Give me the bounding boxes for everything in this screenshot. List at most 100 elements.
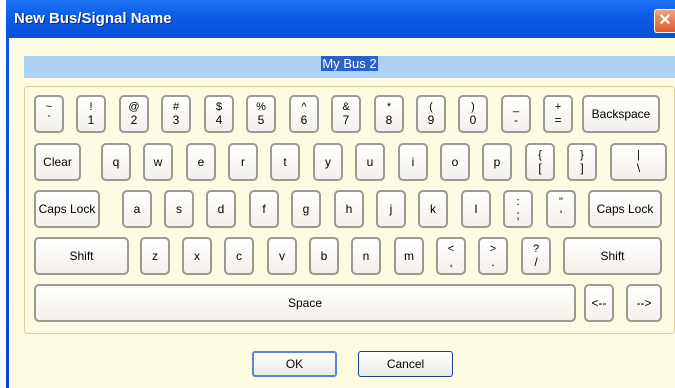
- key-symbol-row1-8[interactable]: * 8: [374, 95, 404, 133]
- close-button[interactable]: ✕: [654, 9, 675, 33]
- key-symbol-row1-4[interactable]: $4: [204, 95, 234, 133]
- key-h[interactable]: h: [334, 190, 364, 228]
- key-base-label: -: [514, 113, 518, 127]
- ok-button[interactable]: OK: [252, 351, 337, 377]
- close-icon: ✕: [658, 12, 672, 29]
- key-symbol-row1-12[interactable]: + =: [543, 95, 573, 133]
- key-p[interactable]: p: [482, 143, 512, 181]
- key-base-label: 2: [130, 113, 138, 127]
- key-base-label: 6: [300, 113, 308, 127]
- key-u[interactable]: u: [355, 143, 385, 181]
- name-input-value: My Bus 2: [321, 56, 378, 71]
- key-j[interactable]: j: [376, 190, 406, 228]
- key-symbol-row1-10[interactable]: ) 0: [458, 95, 488, 133]
- key-symbol-row1-0[interactable]: ~ `: [34, 95, 64, 133]
- key-symbol-row3-11[interactable]: " ': [546, 190, 576, 228]
- key-shift[interactable]: Shift: [563, 237, 662, 275]
- on-screen-keyboard: ~ ` ! 1 @2 #3 $4 % 5 ^ 6 & 7 * 8 (9 ) 0 _ - + = Backspace Clear…: [24, 86, 675, 334]
- key-symbol-row1-1[interactable]: ! 1: [76, 95, 106, 133]
- key-w[interactable]: w: [143, 143, 173, 181]
- key-symbol-row4-8[interactable]: <,: [436, 237, 466, 275]
- key-label: f: [262, 202, 266, 216]
- key-label: r: [241, 155, 245, 169]
- key-label: n: [362, 249, 370, 263]
- key-e[interactable]: e: [186, 143, 216, 181]
- key-label: Backspace: [591, 107, 651, 121]
- key-i[interactable]: i: [398, 143, 428, 181]
- key-symbol-row1-7[interactable]: & 7: [331, 95, 361, 133]
- key-base-label: \: [636, 161, 641, 175]
- title-bar[interactable]: New Bus/Signal Name ✕: [6, 0, 675, 38]
- key-v[interactable]: v: [267, 237, 297, 275]
- key-label: d: [217, 202, 225, 216]
- key-clear[interactable]: Clear: [34, 143, 81, 181]
- key-base-label: 9: [427, 113, 435, 127]
- key-n[interactable]: n: [351, 237, 381, 275]
- key-arrow-2[interactable]: -->: [626, 284, 662, 322]
- key-label: e: [197, 155, 205, 169]
- key-symbol-row1-9[interactable]: (9: [416, 95, 446, 133]
- key-caps-lock[interactable]: Caps Lock: [588, 190, 662, 228]
- key-base-label: 8: [385, 113, 393, 127]
- key-label: o: [451, 155, 459, 169]
- key-b[interactable]: b: [309, 237, 339, 275]
- key-space[interactable]: Space: [34, 284, 576, 322]
- key-o[interactable]: o: [440, 143, 470, 181]
- key-base-label: ;: [516, 208, 520, 222]
- key-label: h: [345, 202, 353, 216]
- key-base-label: /: [534, 255, 538, 269]
- key-base-label: 5: [257, 113, 265, 127]
- key-base-label: ,: [449, 255, 453, 269]
- key-label: l: [474, 202, 478, 216]
- key-l[interactable]: l: [461, 190, 491, 228]
- key-x[interactable]: x: [182, 237, 212, 275]
- key-c[interactable]: c: [224, 237, 254, 275]
- key-symbol-row2-11[interactable]: {[: [525, 143, 555, 181]
- key-d[interactable]: d: [206, 190, 236, 228]
- name-input[interactable]: My Bus 2: [24, 56, 675, 78]
- dialog-client-area: My Bus 2 ~ ` ! 1 @2 #3 $4 % 5 ^ 6 & 7 * 8 (9 ) 0 _ - + = Backs…: [9, 38, 675, 388]
- key-symbol-row4-9[interactable]: >.: [478, 237, 508, 275]
- key-base-label: [: [538, 161, 542, 175]
- key-symbol-row1-2[interactable]: @2: [119, 95, 149, 133]
- key-symbol-row4-10[interactable]: ? /: [521, 237, 551, 275]
- key-label: g: [302, 202, 310, 216]
- key-label: Clear: [43, 155, 72, 169]
- key-k[interactable]: k: [418, 190, 448, 228]
- key-label: z: [152, 249, 158, 263]
- key-s[interactable]: s: [164, 190, 194, 228]
- key-backspace[interactable]: Backspace: [582, 95, 660, 133]
- key-symbol-row1-6[interactable]: ^ 6: [289, 95, 319, 133]
- key-symbol-row2-13[interactable]: | \: [610, 143, 667, 181]
- key-caps-lock[interactable]: Caps Lock: [34, 190, 100, 228]
- key-label: y: [325, 155, 331, 169]
- key-label: Caps Lock: [596, 202, 654, 216]
- key-y[interactable]: y: [313, 143, 343, 181]
- key-f[interactable]: f: [249, 190, 279, 228]
- cancel-button[interactable]: Cancel: [358, 351, 453, 377]
- key-q[interactable]: q: [101, 143, 131, 181]
- key-label: a: [133, 202, 141, 216]
- key-a[interactable]: a: [122, 190, 152, 228]
- key-m[interactable]: m: [394, 237, 424, 275]
- key-arrow-1[interactable]: <--: [584, 284, 614, 322]
- key-base-label: ': [559, 208, 563, 222]
- key-symbol-row3-10[interactable]: :;: [503, 190, 533, 228]
- key-base-label: =: [554, 113, 562, 127]
- key-g[interactable]: g: [291, 190, 321, 228]
- key-shift[interactable]: Shift: [34, 237, 129, 275]
- key-label: Caps Lock: [38, 202, 96, 216]
- key-symbol-row1-11[interactable]: _ -: [501, 95, 531, 133]
- window-title: New Bus/Signal Name: [14, 10, 172, 27]
- key-label: m: [404, 249, 414, 263]
- key-symbol-row2-12[interactable]: }]: [567, 143, 597, 181]
- key-t[interactable]: t: [270, 143, 300, 181]
- key-label: v: [279, 249, 285, 263]
- key-z[interactable]: z: [140, 237, 170, 275]
- key-symbol-row1-3[interactable]: #3: [161, 95, 191, 133]
- key-base-label: 7: [342, 113, 350, 127]
- key-r[interactable]: r: [228, 143, 258, 181]
- key-label: -->: [636, 296, 652, 310]
- dialog-window: New Bus/Signal Name ✕ My Bus 2 ~ ` ! 1 @2 #3 $…: [6, 0, 675, 388]
- key-symbol-row1-5[interactable]: % 5: [246, 95, 276, 133]
